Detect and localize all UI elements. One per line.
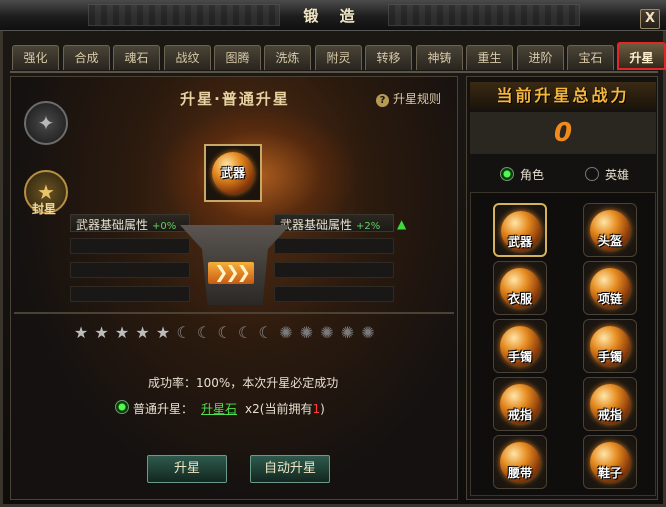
role-label: 角色 bbox=[520, 168, 545, 182]
moon-icon: ☾ bbox=[176, 323, 191, 342]
upgrade-mode-label: 普通升星： bbox=[133, 402, 194, 416]
equipment-grid: 武器 头盔衣服 项链手镯 手镯戒指 戒指腰带 鞋子 bbox=[470, 192, 656, 496]
tab-item[interactable]: 图腾 bbox=[214, 45, 261, 70]
upgrade-owned-count: 1 bbox=[312, 402, 321, 416]
moon-icon: ☾ bbox=[196, 323, 212, 342]
success-rate-text: 成功率：100%，本次升星必定成功 bbox=[148, 376, 339, 390]
tab-item[interactable]: 转移 bbox=[365, 45, 412, 70]
tab-active[interactable]: 升星 bbox=[617, 42, 666, 70]
upgrade-stone-link[interactable]: 升星石 bbox=[201, 402, 237, 416]
equipment-slot-8[interactable]: 腰带 bbox=[493, 435, 547, 489]
attr-row-empty bbox=[70, 262, 190, 278]
equipment-slot-6[interactable]: 戒指 bbox=[493, 377, 547, 431]
total-power-title: 当前升星总战力 bbox=[470, 82, 656, 110]
window-title: 锻 造 bbox=[303, 7, 363, 25]
attr-left-label: 武器基础属性 bbox=[76, 218, 149, 232]
equipment-slot-label: 戒指 bbox=[597, 408, 622, 422]
tab-item[interactable]: 附灵 bbox=[315, 45, 362, 70]
tab-item[interactable]: 魂石 bbox=[113, 45, 160, 70]
equipment-slot-label: 鞋子 bbox=[597, 466, 622, 480]
tab-item[interactable]: 重生 bbox=[466, 45, 513, 70]
star-icon: ★ bbox=[73, 323, 89, 342]
equipment-slot-label: 戒指 bbox=[507, 408, 532, 422]
equipment-slot-2[interactable]: 衣服 bbox=[493, 261, 547, 315]
equipment-slot-label: 武器 bbox=[507, 235, 532, 249]
star-icon: ★ bbox=[155, 323, 171, 342]
title-bar: 锻 造 X bbox=[0, 0, 666, 31]
equipment-slot-label: 手镯 bbox=[597, 350, 622, 364]
equipment-slot-1[interactable]: 头盔 bbox=[583, 203, 637, 257]
sun-icon: ✺ bbox=[279, 323, 293, 342]
attr-row-empty bbox=[70, 238, 190, 254]
attr-right: 武器基础属性 +2% bbox=[280, 216, 380, 233]
equipment-slot-label: 武器 bbox=[220, 166, 245, 180]
star-rules-link[interactable]: ? 升星规则 bbox=[376, 90, 441, 107]
attr-row-empty bbox=[274, 262, 394, 278]
auto-upgrade-button[interactable]: 自动升星 bbox=[250, 455, 330, 483]
upgrade-qty-suffix: ) bbox=[320, 402, 325, 416]
tab-item[interactable]: 战纹 bbox=[164, 45, 211, 70]
star-rules-label: 升星规则 bbox=[393, 92, 442, 106]
tab-item[interactable]: 强化 bbox=[12, 45, 59, 70]
help-icon: ? bbox=[376, 94, 389, 107]
star-seal-badge-icon[interactable]: ✦ bbox=[24, 101, 68, 145]
sun-icon: ✺ bbox=[340, 323, 355, 342]
sun-icon: ✺ bbox=[299, 323, 314, 342]
sun-icon: ✺ bbox=[361, 323, 375, 342]
panel-title: 升星·普通升星 bbox=[180, 90, 290, 108]
equipment-slot-label: 项链 bbox=[597, 292, 622, 306]
role-toggle[interactable]: 角色 bbox=[500, 166, 544, 183]
equipment-slot-7[interactable]: 戒指 bbox=[583, 377, 637, 431]
moon-icon: ☾ bbox=[217, 323, 232, 342]
moon-icon: ☾ bbox=[258, 323, 273, 342]
equipment-slot-label: 头盔 bbox=[597, 234, 622, 248]
total-power-value: 0 bbox=[470, 112, 656, 154]
equipment-slot-label: 腰带 bbox=[507, 466, 532, 480]
sun-icon: ✺ bbox=[320, 323, 334, 342]
hero-radio-icon bbox=[585, 167, 599, 181]
moon-icon: ☾ bbox=[237, 323, 253, 342]
role-radio-icon bbox=[500, 167, 514, 181]
equipment-slot-3[interactable]: 项链 bbox=[583, 261, 637, 315]
close-button[interactable]: X bbox=[640, 9, 660, 29]
upgrade-qty-prefix: x2(当前拥有 bbox=[245, 402, 313, 416]
star-icon: ★ bbox=[114, 323, 130, 342]
tab-divider bbox=[10, 71, 658, 73]
attr-left-pct: +0% bbox=[152, 221, 177, 232]
equipment-slot-label: 衣服 bbox=[507, 292, 532, 306]
attr-right-pct: +2% bbox=[356, 221, 381, 232]
star-icon: ★ bbox=[94, 323, 109, 342]
equipment-slot-4[interactable]: 手镯 bbox=[493, 319, 547, 373]
tab-item[interactable]: 洗炼 bbox=[264, 45, 311, 70]
equipment-slot-0[interactable]: 武器 bbox=[493, 203, 547, 257]
tab-item[interactable]: 宝石 bbox=[567, 45, 614, 70]
tab-item[interactable]: 神铸 bbox=[416, 45, 463, 70]
attr-row-empty bbox=[274, 286, 394, 302]
equipment-slot[interactable]: 武器 bbox=[204, 144, 262, 202]
forward-arrows-icon: ❯❯❯ bbox=[208, 262, 254, 284]
upgrade-cost-line: 普通升星： 升星石 x2(当前拥有1) bbox=[133, 400, 325, 417]
panel-divider bbox=[14, 312, 454, 314]
attr-right-label: 武器基础属性 bbox=[280, 218, 353, 232]
upgrade-button[interactable]: 升星 bbox=[147, 455, 227, 483]
hero-label: 英雄 bbox=[605, 168, 630, 182]
normal-upgrade-radio[interactable] bbox=[115, 400, 129, 414]
tab-item[interactable]: 进阶 bbox=[517, 45, 564, 70]
attr-left: 武器基础属性 +0% bbox=[76, 216, 176, 233]
attr-row-empty bbox=[274, 238, 394, 254]
equipment-slot-label: 手镯 bbox=[507, 350, 532, 364]
star-icon: ★ bbox=[135, 323, 150, 342]
equipment-slot-5[interactable]: 手镯 bbox=[583, 319, 637, 373]
attr-row-empty bbox=[70, 286, 190, 302]
tab-item[interactable]: 合成 bbox=[63, 45, 110, 70]
seal-star-label: 封星 bbox=[32, 202, 57, 216]
hero-toggle[interactable]: 英雄 bbox=[585, 166, 629, 183]
equipment-slot-9[interactable]: 鞋子 bbox=[583, 435, 637, 489]
increase-arrow-icon: ▲ bbox=[397, 217, 407, 231]
